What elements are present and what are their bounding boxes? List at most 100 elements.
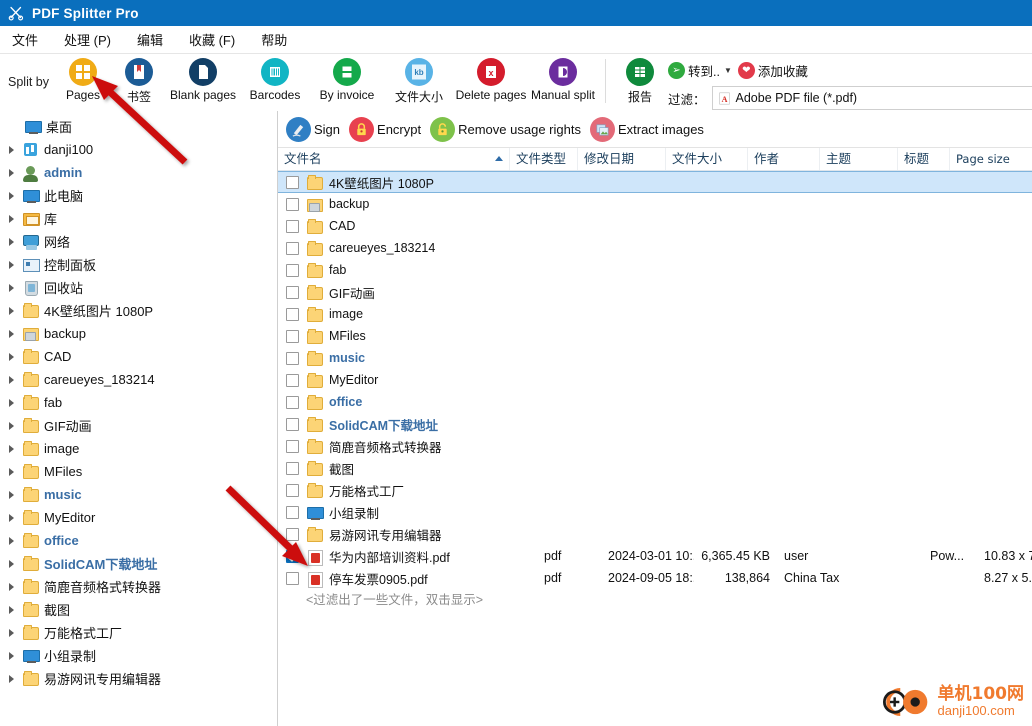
toolbar-bookmarks[interactable]: 书签 (111, 54, 167, 105)
toolbar-manual-split[interactable]: Manual split (527, 54, 599, 102)
expand-arrow-icon[interactable] (6, 489, 17, 500)
row-checkbox[interactable] (286, 571, 299, 585)
col-subject[interactable]: 主题 (820, 148, 898, 170)
file-name-cell[interactable]: 截图 (306, 459, 538, 478)
menu-process[interactable]: 处理 (P) (62, 28, 113, 51)
expand-arrow-icon[interactable] (6, 305, 17, 316)
col-title[interactable]: 标题 (898, 148, 950, 170)
expand-arrow-icon[interactable] (6, 466, 17, 477)
table-row[interactable]: 华为内部培训资料.pdf pdf 2024-03-01 10:... 6,365.45… (278, 545, 1032, 567)
tree-item-danji100[interactable]: danji100 (0, 138, 277, 161)
expand-arrow-icon[interactable] (6, 397, 17, 408)
row-checkbox[interactable] (286, 175, 299, 189)
file-name-cell[interactable]: GIF动画 (306, 283, 538, 302)
expand-arrow-icon[interactable] (6, 213, 17, 224)
tree-item-mfiles[interactable]: MFiles (0, 460, 277, 483)
tree-item-yiyou-editor[interactable]: 易游网讯专用编辑器 (0, 667, 277, 690)
col-author[interactable]: 作者 (748, 148, 820, 170)
tree-item-image[interactable]: image (0, 437, 277, 460)
row-checkbox[interactable] (286, 395, 299, 409)
folder-tree-sidebar[interactable]: 桌面 danji100 admin 此电脑 库 网络 控制面板 回收站 4K壁纸… (0, 111, 278, 726)
file-name-cell[interactable]: 停车发票0905.pdf (306, 569, 538, 588)
file-name-cell[interactable]: SolidCAM下载地址 (306, 415, 538, 434)
file-name-cell[interactable]: fab (306, 262, 538, 279)
row-checkbox[interactable] (286, 241, 299, 255)
table-row[interactable]: image (278, 303, 1032, 325)
tree-item-admin[interactable]: admin (0, 161, 277, 184)
tree-item-solidcam[interactable]: SolidCAM下载地址 (0, 552, 277, 575)
expand-arrow-icon[interactable] (6, 627, 17, 638)
table-row[interactable]: backup (278, 193, 1032, 215)
table-row[interactable]: careueyes_183214 (278, 237, 1032, 259)
file-name-cell[interactable]: 小组录制 (306, 503, 538, 522)
file-name-cell[interactable]: 万能格式工厂 (306, 481, 538, 500)
tree-item-group-recording[interactable]: 小组录制 (0, 644, 277, 667)
col-page-size[interactable]: Page size (950, 148, 1030, 170)
toolbar-add-favorite[interactable]: ❤ 添加收藏 (737, 61, 808, 80)
row-checkbox[interactable] (286, 505, 299, 519)
expand-arrow-icon[interactable] (6, 535, 17, 546)
expand-arrow-icon[interactable] (6, 328, 17, 339)
expand-arrow-icon[interactable] (6, 259, 17, 270)
table-row[interactable]: MyEditor (278, 369, 1032, 391)
table-row[interactable]: 万能格式工厂 (278, 479, 1032, 501)
tree-item-libraries[interactable]: 库 (0, 207, 277, 230)
file-name-cell[interactable]: 简鹿音频格式转换器 (306, 437, 538, 456)
file-name-cell[interactable]: 华为内部培训资料.pdf (306, 547, 538, 566)
row-checkbox[interactable] (286, 285, 299, 299)
file-name-cell[interactable]: office (306, 394, 538, 411)
expand-arrow-icon[interactable] (6, 581, 17, 592)
file-name-cell[interactable]: backup (306, 196, 538, 213)
filter-hidden-files-message[interactable]: <过滤出了一些文件，双击显示> (278, 589, 1032, 611)
tree-item-backup[interactable]: backup (0, 322, 277, 345)
expand-arrow-icon[interactable] (6, 443, 17, 454)
row-checkbox[interactable] (286, 527, 299, 541)
tree-item-myeditor[interactable]: MyEditor (0, 506, 277, 529)
menu-favorites[interactable]: 收藏 (F) (187, 28, 237, 51)
table-row[interactable]: 简鹿音频格式转换器 (278, 435, 1032, 457)
row-checkbox[interactable] (286, 417, 299, 431)
action-encrypt[interactable]: Encrypt (349, 116, 421, 142)
table-row[interactable]: SolidCAM下载地址 (278, 413, 1032, 435)
expand-arrow-icon[interactable] (6, 673, 17, 684)
table-row[interactable]: CAD (278, 215, 1032, 237)
tree-item-careueyes[interactable]: careueyes_183214 (0, 368, 277, 391)
tree-item-network[interactable]: 网络 (0, 230, 277, 253)
file-name-cell[interactable]: music (306, 350, 538, 367)
expand-arrow-icon[interactable] (6, 167, 17, 178)
row-checkbox[interactable] (286, 307, 299, 321)
table-row[interactable]: music (278, 347, 1032, 369)
expand-arrow-icon[interactable] (6, 558, 17, 569)
file-name-cell[interactable]: MFiles (306, 328, 538, 345)
expand-arrow-icon[interactable] (6, 512, 17, 523)
file-name-cell[interactable]: image (306, 306, 538, 323)
col-modified[interactable]: 修改日期 (578, 148, 666, 170)
tree-item-screenshots[interactable]: 截图 (0, 598, 277, 621)
menu-edit[interactable]: 编辑 (135, 28, 165, 51)
toolbar-by-invoice[interactable]: By invoice (311, 54, 383, 102)
row-checkbox[interactable] (286, 329, 299, 343)
expand-arrow-icon[interactable] (6, 351, 17, 362)
file-name-cell[interactable]: CAD (306, 218, 538, 235)
expand-arrow-icon[interactable] (6, 236, 17, 247)
action-remove-usage-rights[interactable]: Remove usage rights (430, 116, 581, 142)
toolbar-blank-pages[interactable]: Blank pages (167, 54, 239, 102)
chevron-down-icon[interactable]: ▼ (724, 66, 732, 75)
menu-file[interactable]: 文件 (10, 28, 40, 51)
action-extract-images[interactable]: Extract images (589, 116, 704, 142)
table-row[interactable]: 小组录制 (278, 501, 1032, 523)
table-row[interactable]: 易游网讯专用编辑器 (278, 523, 1032, 545)
tree-item-4k-wallpaper[interactable]: 4K壁纸图片 1080P (0, 299, 277, 322)
tree-item-office[interactable]: office (0, 529, 277, 552)
expand-arrow-icon[interactable] (6, 190, 17, 201)
menu-help[interactable]: 帮助 (259, 28, 289, 51)
tree-item-music[interactable]: music (0, 483, 277, 506)
table-row[interactable]: MFiles (278, 325, 1032, 347)
toolbar-goto[interactable]: ➢ 转到.. ▼ (668, 61, 732, 80)
expand-arrow-icon[interactable] (6, 604, 17, 615)
tree-item-fab[interactable]: fab (0, 391, 277, 414)
col-filename[interactable]: 文件名 (278, 148, 510, 170)
tree-item-control-panel[interactable]: 控制面板 (0, 253, 277, 276)
tree-item-format-factory[interactable]: 万能格式工厂 (0, 621, 277, 644)
row-checkbox[interactable] (286, 439, 299, 453)
